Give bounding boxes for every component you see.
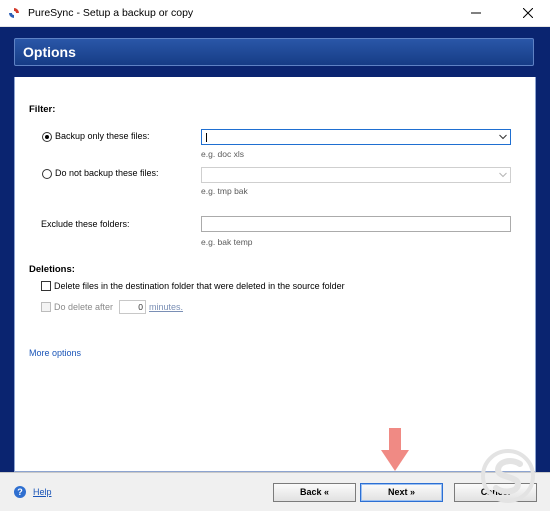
do-not-backup-combo[interactable]	[201, 167, 511, 183]
watermark-logo-icon	[481, 449, 535, 503]
next-button[interactable]: Next »	[360, 483, 443, 502]
title-bar: PureSync - Setup a backup or copy	[0, 0, 550, 27]
window-title: PureSync - Setup a backup or copy	[28, 7, 194, 19]
backup-only-combo[interactable]	[201, 129, 511, 145]
back-button[interactable]: Back «	[273, 483, 356, 502]
deletions-section-label: Deletions:	[29, 264, 75, 275]
minimize-icon	[471, 12, 481, 14]
options-panel: Filter: Backup only these files: e.g. do…	[14, 77, 536, 472]
help-icon[interactable]: ?	[14, 486, 26, 498]
filter-section-label: Filter:	[29, 104, 56, 115]
minimize-button[interactable]	[460, 0, 493, 27]
delete-files-label[interactable]: Delete files in the destination folder t…	[54, 281, 345, 291]
page-title: Options	[23, 44, 76, 60]
footer-bar: ? Help Back « Next » Cancel	[0, 472, 550, 511]
puresync-app-icon	[9, 8, 19, 18]
backup-only-label[interactable]: Backup only these files:	[55, 131, 150, 141]
close-icon	[523, 8, 533, 18]
do-delete-after-checkbox[interactable]	[41, 302, 51, 312]
chevron-down-icon[interactable]	[499, 134, 507, 140]
frame-left	[0, 77, 14, 472]
backup-only-radio[interactable]	[42, 132, 52, 142]
exclude-folders-input[interactable]	[201, 216, 511, 232]
delete-files-checkbox[interactable]	[41, 281, 51, 291]
chevron-down-icon	[499, 172, 507, 178]
do-not-backup-radio[interactable]	[42, 169, 52, 179]
backup-only-hint: e.g. doc xls	[201, 149, 244, 159]
exclude-folders-hint: e.g. bak temp	[201, 237, 253, 247]
minutes-link[interactable]: minutes.	[149, 302, 183, 312]
text-cursor	[206, 133, 207, 142]
frame-right	[536, 77, 550, 472]
minutes-input[interactable]: 0	[119, 300, 146, 314]
do-delete-after-label: Do delete after	[54, 302, 114, 312]
close-button[interactable]	[512, 0, 545, 27]
do-not-backup-label[interactable]: Do not backup these files:	[55, 168, 159, 178]
help-link[interactable]: Help	[33, 487, 52, 497]
red-down-arrow-icon	[381, 428, 409, 471]
exclude-folders-label: Exclude these folders:	[41, 219, 130, 229]
do-not-backup-hint: e.g. tmp bak	[201, 186, 248, 196]
more-options-link[interactable]: More options	[29, 348, 81, 358]
options-header: Options	[14, 38, 534, 66]
